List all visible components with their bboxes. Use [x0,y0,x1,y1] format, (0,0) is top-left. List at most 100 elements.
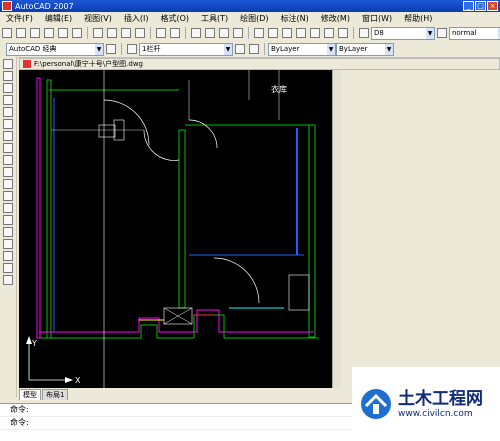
menu-bar: 文件(F) 编辑(E) 视图(V) 插入(I) 格式(O) 工具(T) 绘图(D… [0,12,500,26]
watermark-logo-icon [360,388,392,420]
drawing-file-icon [23,60,31,68]
text-style-dropdown[interactable]: D8 ▼ [371,26,435,40]
drawing-window-titlebar: F:\personal\康宁十号\户型图.dwg [19,58,500,70]
ellipse-icon[interactable] [3,167,13,177]
menu-format[interactable]: 格式(O) [154,13,195,24]
close-button[interactable]: × [487,1,498,11]
text-style-icon[interactable] [359,28,369,38]
layer-manager-icon[interactable] [127,44,137,54]
circle-icon[interactable] [3,131,13,141]
markup-icon[interactable] [310,28,320,38]
workspace-dropdown[interactable]: AutoCAD 经典 ▼ [6,42,104,56]
room-label: 衣库 [271,84,287,94]
properties-icon[interactable] [254,28,264,38]
door-arc-3 [188,119,218,149]
polygon-icon[interactable] [3,95,13,105]
watermark-brand: 土木工程网 [398,388,483,409]
sheet-set-icon[interactable] [296,28,306,38]
ellipse-arc-icon[interactable] [3,179,13,189]
hatch-icon[interactable] [3,227,13,237]
undo-icon[interactable] [156,28,166,38]
menu-edit[interactable]: 编辑(E) [39,13,78,24]
workspace-settings-icon[interactable] [106,44,116,54]
new-file-icon[interactable] [2,28,12,38]
layer-dropdown[interactable]: 1栏杆 ▼ [139,42,233,56]
tool-palettes-icon[interactable] [282,28,292,38]
wall-left [46,79,52,339]
save-icon[interactable] [30,28,40,38]
drawing-canvas[interactable]: 衣库 Y X [19,70,332,388]
minimize-button[interactable]: _ [463,1,474,11]
redo-icon[interactable] [170,28,180,38]
window-title: AutoCAD 2007 [15,1,74,11]
spline-icon[interactable] [3,155,13,165]
layer-previous-icon[interactable] [249,44,259,54]
copy-icon[interactable] [107,28,117,38]
design-center-icon[interactable] [268,28,278,38]
menu-window[interactable]: 窗口(W) [356,13,398,24]
autocad-app-icon[interactable] [2,1,12,11]
menu-help[interactable]: 帮助(H) [398,13,438,24]
construction-line-icon[interactable] [3,71,13,81]
watermark: 土木工程网 www.civilcn.com [352,367,500,440]
line-icon[interactable] [3,59,13,69]
point-icon[interactable] [3,215,13,225]
help-icon[interactable] [338,28,348,38]
menu-draw[interactable]: 绘图(D) [234,13,274,24]
insert-block-icon[interactable] [3,191,13,201]
cut-icon[interactable] [93,28,103,38]
maximize-button[interactable]: □ [475,1,486,11]
make-object-layer-current-icon[interactable] [235,44,245,54]
table-icon[interactable] [3,263,13,273]
arc-icon[interactable] [3,119,13,129]
make-block-icon[interactable] [3,203,13,213]
menu-modify[interactable]: 修改(M) [315,13,356,24]
color-dropdown[interactable]: ByLayer ▼ [268,42,336,56]
menu-view[interactable]: 视图(V) [78,13,118,24]
publish-icon[interactable] [72,28,82,38]
revision-cloud-icon[interactable] [3,143,13,153]
floor-plan-drawing: 衣库 Y X [26,70,319,388]
standard-toolbar: D8▼ normal▼ [0,25,500,42]
door-arc-4 [213,257,260,304]
rectangle-icon[interactable] [3,107,13,117]
print-preview-icon[interactable] [58,28,68,38]
wall-right [308,124,316,338]
open-file-icon[interactable] [16,28,26,38]
door-arc-2 [143,129,180,161]
menu-insert[interactable]: 插入(I) [118,13,155,24]
print-icon[interactable] [44,28,54,38]
linetype-dropdown[interactable]: ByLayer ▼ [336,42,394,56]
fixture-cabinet [288,274,310,311]
match-properties-icon[interactable] [135,28,145,38]
tab-layout1[interactable]: 布局1 [42,388,69,400]
gradient-icon[interactable] [3,239,13,249]
ucs-x-label: X [75,376,81,385]
zoom-previous-icon[interactable] [233,28,243,38]
drawing-file-title: F:\personal\康宁十号\户型图.dwg [34,60,143,68]
menu-file[interactable]: 文件(F) [0,13,39,24]
draw-toolbar [0,57,17,397]
pan-icon[interactable] [191,28,201,38]
door-arc-1 [103,99,150,146]
vertical-scrollbar[interactable] [332,70,341,388]
wall-middle [178,129,186,309]
multiline-text-icon[interactable] [3,275,13,285]
ucs-y-label: Y [31,339,37,348]
title-bar: AutoCAD 2007 _ □ × [0,0,500,12]
zoom-realtime-icon[interactable] [205,28,215,38]
dim-style-icon[interactable] [437,28,447,38]
wall-left-outline [36,77,41,339]
zoom-window-icon[interactable] [219,28,229,38]
layout-tabs: 模型 布局1 [19,388,340,400]
calculator-icon[interactable] [324,28,334,38]
menu-tools[interactable]: 工具(T) [195,13,234,24]
layers-toolbar: AutoCAD 经典 ▼ 1栏杆 ▼ ByLayer ▼ ByLayer ▼ [0,41,500,58]
menu-dimension[interactable]: 标注(N) [275,13,315,24]
dim-style-dropdown[interactable]: normal▼ [449,26,500,40]
paste-icon[interactable] [121,28,131,38]
polyline-icon[interactable] [3,83,13,93]
wall-bottom-outline [39,309,314,333]
region-icon[interactable] [3,251,13,261]
tab-model[interactable]: 模型 [19,388,41,400]
